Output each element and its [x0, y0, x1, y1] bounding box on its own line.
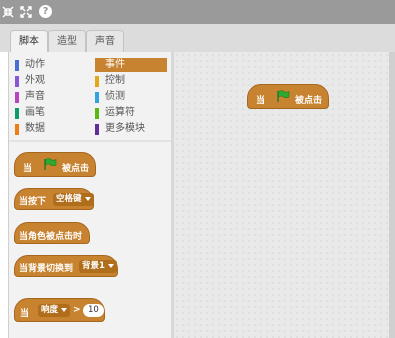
top-toolbar: ?	[0, 0, 395, 24]
palette-separator	[9, 140, 172, 142]
when-sensor-greater-block[interactable]: 当 响度 > 10	[14, 298, 105, 322]
category-color-swatch	[95, 76, 99, 87]
when-key-pressed-block[interactable]: 当按下 空格键	[14, 188, 94, 210]
category-operators[interactable]: 运算符	[95, 106, 167, 120]
chevron-down-icon	[107, 263, 114, 268]
category-more-blocks[interactable]: 更多模块	[95, 122, 167, 136]
category-pen[interactable]: 画笔	[15, 106, 87, 120]
shrink-icon[interactable]	[2, 0, 14, 24]
when-sprite-clicked-block[interactable]: 当角色被点击时	[14, 222, 90, 244]
category-data[interactable]: 数据	[15, 122, 87, 136]
when-flag-clicked-block[interactable]: 当 被点击	[14, 152, 96, 177]
category-color-swatch	[15, 108, 19, 119]
category-color-swatch	[15, 124, 19, 135]
green-flag-icon	[44, 158, 57, 170]
help-icon[interactable]: ?	[39, 5, 52, 18]
category-looks[interactable]: 外观	[15, 74, 87, 88]
category-color-swatch	[95, 108, 99, 119]
category-color-swatch	[95, 92, 99, 103]
category-sensing[interactable]: 侦测	[95, 90, 167, 104]
tab-bar: 脚本 造型 声音	[0, 24, 395, 53]
category-color-swatch	[15, 92, 19, 103]
fullscreen-icon[interactable]	[20, 0, 32, 24]
block-palette: 动作 事件 外观 控制 声音 侦测 画笔 运算符 数据 更多模块 当 被点击 当…	[8, 52, 172, 338]
category-list: 动作 事件 外观 控制 声音 侦测 画笔 运算符 数据 更多模块	[9, 52, 172, 140]
tab-sounds[interactable]: 声音	[86, 30, 124, 52]
script-area[interactable]: 当 被点击	[174, 52, 395, 338]
category-events[interactable]: 事件	[95, 58, 167, 72]
category-motion[interactable]: 动作	[15, 58, 87, 72]
category-color-swatch	[95, 124, 99, 135]
tab-scripts[interactable]: 脚本	[10, 30, 48, 53]
tab-costumes[interactable]: 造型	[48, 30, 86, 52]
script-when-flag-clicked-block[interactable]: 当 被点击	[247, 84, 329, 109]
scrollbar[interactable]	[389, 52, 395, 338]
category-control[interactable]: 控制	[95, 74, 167, 88]
when-backdrop-switches-block[interactable]: 当背景切换到 背景1	[14, 255, 118, 277]
key-dropdown[interactable]: 空格键	[53, 193, 94, 206]
category-color-swatch	[15, 60, 19, 71]
chevron-down-icon	[61, 307, 68, 312]
backdrop-dropdown[interactable]: 背景1	[79, 260, 117, 273]
chevron-down-icon	[84, 196, 91, 201]
category-color-swatch	[15, 76, 19, 87]
green-flag-icon	[277, 90, 290, 102]
sensor-dropdown[interactable]: 响度	[38, 304, 71, 317]
category-sound[interactable]: 声音	[15, 90, 87, 104]
category-color-swatch	[95, 60, 99, 71]
threshold-input[interactable]: 10	[83, 304, 104, 317]
